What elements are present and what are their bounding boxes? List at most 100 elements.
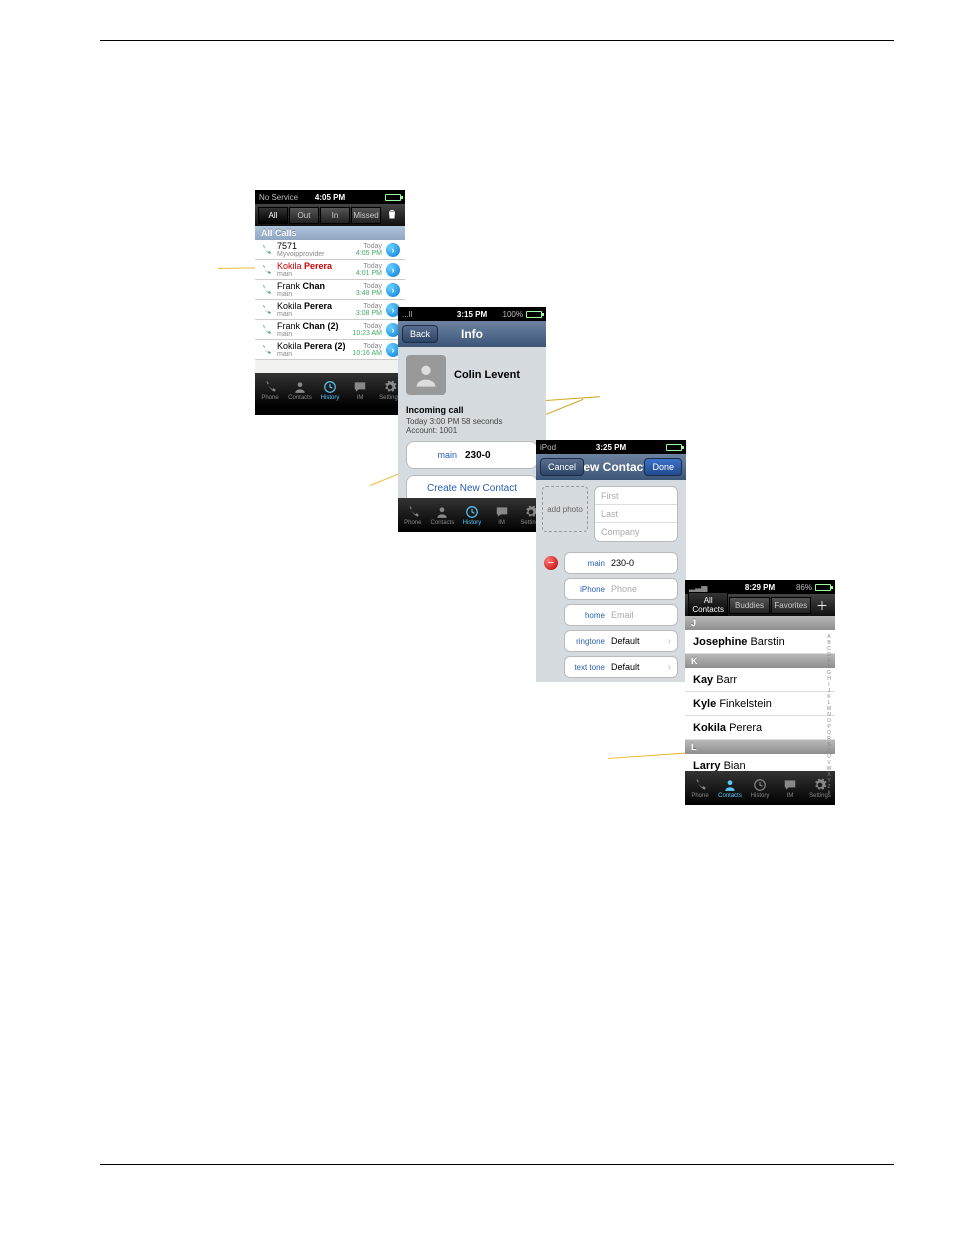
- tab-history[interactable]: History: [457, 498, 487, 532]
- row-label: text tone: [571, 663, 611, 672]
- phone-new-contact: iPod 3:25 PM Cancel New Contact Done add…: [536, 440, 686, 682]
- tab-im[interactable]: IM: [487, 498, 517, 532]
- contact-first: Kokila: [693, 722, 726, 734]
- index-bar[interactable]: ABCDEFGHIJKLMNOPQRSTUVWXYZ#: [824, 634, 834, 771]
- clock-label: 3:15 PM: [398, 310, 546, 319]
- contact-row[interactable]: Kokila Perera: [685, 716, 835, 740]
- battery-icon: [526, 311, 542, 318]
- battery-icon: [666, 444, 682, 451]
- contact-name: Colin Levent: [454, 369, 520, 381]
- contacts-list[interactable]: JJosephine BarstinKKay BarrKyle Finkelst…: [685, 616, 835, 771]
- contact-header: Colin Levent: [398, 347, 546, 403]
- tab-label: IM: [787, 793, 794, 799]
- number-group[interactable]: main 230-0: [406, 441, 538, 469]
- field-row-text tone[interactable]: text toneDefault›: [544, 656, 678, 678]
- cancel-button[interactable]: Cancel: [540, 458, 584, 476]
- contact-row[interactable]: Larry Bian: [685, 754, 835, 771]
- call-direction-icon: [260, 304, 272, 316]
- field-label-main: main: [415, 450, 465, 460]
- contacts-icon: [433, 505, 451, 519]
- add-contact-button[interactable]: ＋: [812, 597, 832, 614]
- call-row[interactable]: Frank Chan (2)mainToday10:23 AM›: [255, 320, 405, 340]
- tab-phone[interactable]: Phone: [255, 373, 285, 407]
- navbar: Cancel New Contact Done: [536, 454, 686, 480]
- statusbar: No Service 4:05 PM: [255, 190, 405, 204]
- call-info-button[interactable]: ›: [386, 283, 400, 297]
- tab-history[interactable]: History: [315, 373, 345, 407]
- tab-label: Phone: [691, 793, 708, 799]
- seg-favorites[interactable]: Favorites: [771, 597, 811, 614]
- contact-row[interactable]: Josephine Barstin: [685, 630, 835, 654]
- index-#[interactable]: #: [824, 790, 834, 796]
- row-label: iPhone: [571, 585, 611, 594]
- call-row[interactable]: Kokila PereramainToday3:08 PM›: [255, 300, 405, 320]
- call-info-button[interactable]: ›: [386, 243, 400, 257]
- contact-first: Josephine: [693, 636, 747, 648]
- tab-contacts[interactable]: Contacts: [428, 498, 458, 532]
- account-label: Account: 1001: [398, 426, 546, 435]
- tab-contacts[interactable]: Contacts: [715, 771, 745, 805]
- contact-first: Larry: [693, 760, 721, 772]
- contact-row[interactable]: Kay Barr: [685, 668, 835, 692]
- field-row-main[interactable]: −main230-0: [544, 552, 678, 574]
- tab-label: History: [463, 520, 482, 526]
- call-info-button[interactable]: ›: [386, 263, 400, 277]
- field-row-iPhone[interactable]: iPhonePhone: [544, 578, 678, 600]
- chevron-right-icon: ›: [668, 636, 671, 647]
- contacts-icon: [721, 778, 739, 792]
- section-header-J: J: [685, 616, 835, 630]
- call-name: Kokila Perera (2): [277, 341, 352, 351]
- seg-missed[interactable]: Missed: [351, 207, 381, 224]
- call-time-label: Today 3:00 PM 58 seconds: [398, 417, 546, 426]
- tab-label: History: [751, 793, 770, 799]
- create-new-contact-button[interactable]: Create New Contact: [407, 476, 537, 498]
- company-field[interactable]: Company: [595, 523, 677, 541]
- tab-label: History: [321, 395, 340, 401]
- tab-label: Contacts: [718, 793, 742, 799]
- row-label: ringtone: [571, 637, 611, 646]
- tab-history[interactable]: History: [745, 771, 775, 805]
- row-value: Default: [611, 636, 640, 646]
- tab-contacts[interactable]: Contacts: [285, 373, 315, 407]
- phone-icon: [691, 778, 709, 792]
- last-field[interactable]: Last: [595, 505, 677, 523]
- call-name: Kokila Perera: [277, 261, 356, 271]
- phone-call-info: ...ll 3:15 PM 100% Back Info Colin Leven…: [398, 307, 546, 532]
- tab-phone[interactable]: Phone: [685, 771, 715, 805]
- back-button[interactable]: Back: [402, 325, 438, 343]
- call-sub: Myvoipprovider: [277, 251, 356, 258]
- call-timestamp: Today4:05 PM: [356, 243, 382, 257]
- first-field[interactable]: First: [595, 487, 677, 505]
- seg-all-contacts[interactable]: All Contacts: [688, 592, 728, 618]
- seg-in[interactable]: In: [320, 207, 350, 224]
- seg-out[interactable]: Out: [289, 207, 319, 224]
- settings-icon: [381, 380, 399, 394]
- seg-all[interactable]: All: [258, 207, 288, 224]
- call-sub: main: [277, 331, 352, 338]
- call-timestamp: Today4:01 PM: [356, 263, 382, 277]
- call-direction-icon: [260, 324, 272, 336]
- call-row[interactable]: 7571 MyvoipproviderToday4:05 PM›: [255, 240, 405, 260]
- call-row[interactable]: Kokila Perera (2)mainToday10:16 AM›: [255, 340, 405, 360]
- name-header: add photo First Last Company: [536, 480, 686, 548]
- done-button[interactable]: Done: [644, 458, 682, 476]
- contact-row[interactable]: Kyle Finkelstein: [685, 692, 835, 716]
- delete-badge-icon[interactable]: −: [544, 556, 558, 570]
- tab-phone[interactable]: Phone: [398, 498, 428, 532]
- call-row[interactable]: Frank ChanmainToday3:48 PM›: [255, 280, 405, 300]
- trash-icon[interactable]: [382, 208, 402, 223]
- incoming-call-label: Incoming call: [398, 403, 546, 417]
- clock-label: 8:29 PM: [685, 583, 835, 592]
- call-row[interactable]: Kokila PereramainToday4:01 PM›: [255, 260, 405, 280]
- tab-im[interactable]: IM: [775, 771, 805, 805]
- row-label: main: [571, 559, 611, 568]
- field-row-ringtone[interactable]: ringtoneDefault ›: [544, 630, 678, 652]
- field-row-home[interactable]: homeEmail: [544, 604, 678, 626]
- call-list[interactable]: 7571 MyvoipproviderToday4:05 PM›Kokila P…: [255, 240, 405, 373]
- section-header-L: L: [685, 740, 835, 754]
- row-value: Email: [611, 610, 634, 620]
- seg-buddies[interactable]: Buddies: [729, 597, 769, 614]
- add-photo-button[interactable]: add photo: [542, 486, 588, 532]
- history-icon: [463, 505, 481, 519]
- tab-im[interactable]: IM: [345, 373, 375, 407]
